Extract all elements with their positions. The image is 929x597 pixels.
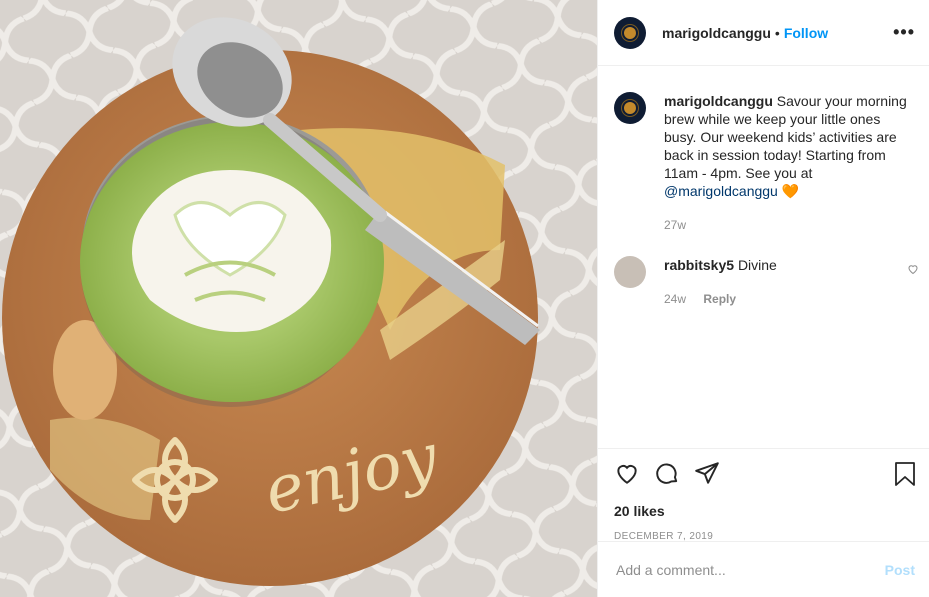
comment-age[interactable]: 27w: [664, 218, 686, 232]
post-header: marigoldcanggu • Follow •••: [598, 0, 929, 66]
avatar[interactable]: [614, 16, 646, 49]
logo-icon: [624, 102, 636, 114]
avatar[interactable]: [614, 92, 646, 124]
caption-comment: marigoldcanggu Savour your morning brew …: [614, 92, 913, 234]
heart-icon[interactable]: [614, 460, 640, 491]
comment-icon[interactable]: [654, 460, 680, 491]
avatar[interactable]: [614, 256, 646, 288]
matcha-latte-image: enjoy: [0, 0, 597, 597]
header-username[interactable]: marigoldcanggu: [662, 25, 771, 41]
comment-username[interactable]: marigoldcanggu: [664, 93, 773, 109]
comment-like-icon[interactable]: [907, 262, 919, 280]
follow-button[interactable]: Follow: [784, 25, 828, 41]
comment-input[interactable]: [614, 560, 885, 579]
actions-section: 20 likes DECEMBER 7, 2019: [598, 448, 929, 542]
reply-button[interactable]: Reply: [703, 292, 736, 306]
logo-icon: [624, 26, 636, 39]
post-button[interactable]: Post: [885, 562, 915, 578]
bookmark-icon[interactable]: [893, 461, 917, 492]
emoji: 🧡: [781, 183, 800, 199]
likes-count[interactable]: 20 likes: [614, 503, 929, 519]
instagram-post: enjoy marigoldcanggu • Follow ••• marigo…: [0, 0, 929, 597]
more-options-icon[interactable]: •••: [893, 22, 915, 43]
comment-age[interactable]: 24w: [664, 292, 686, 306]
comments-list: marigoldcanggu Savour your morning brew …: [598, 66, 929, 308]
mention-link[interactable]: @marigoldcanggu: [664, 183, 778, 199]
comment-username[interactable]: rabbitsky5: [664, 257, 734, 273]
post-photo[interactable]: enjoy: [0, 0, 597, 597]
comment-text: Divine: [737, 257, 777, 273]
share-icon[interactable]: [694, 460, 720, 491]
separator-dot: •: [774, 24, 780, 41]
comment: rabbitsky5 Divine 24w Reply: [614, 256, 913, 308]
add-comment-bar: Post: [598, 541, 929, 597]
post-sidebar: marigoldcanggu • Follow ••• marigoldcang…: [597, 0, 929, 597]
